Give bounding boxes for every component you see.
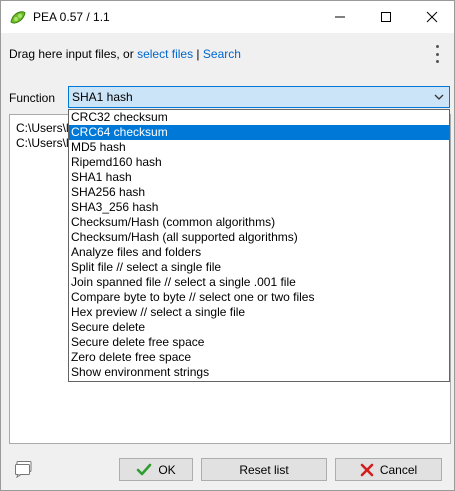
search-link[interactable]: Search bbox=[203, 47, 241, 61]
dropdown-option[interactable]: Split file // select a single file bbox=[69, 260, 449, 275]
pea-logo-icon bbox=[9, 9, 27, 27]
checkmark-icon bbox=[137, 463, 152, 475]
minimize-button[interactable] bbox=[317, 1, 362, 33]
dropdown-option[interactable]: MD5 hash bbox=[69, 140, 449, 155]
maximize-icon bbox=[380, 12, 391, 22]
minimize-icon bbox=[334, 16, 345, 18]
dropdown-option[interactable]: CRC32 checksum bbox=[69, 110, 449, 125]
list-item[interactable]: C:\Users\l bbox=[16, 136, 69, 150]
chevron-down-icon bbox=[434, 94, 444, 100]
input-toolbar: Drag here input files, or select files |… bbox=[1, 33, 454, 73]
dropdown-option[interactable]: Hex preview // select a single file bbox=[69, 305, 449, 320]
window-title: PEA 0.57 / 1.1 bbox=[33, 10, 110, 24]
dropdown-option[interactable]: Join spanned file // select a single .00… bbox=[69, 275, 449, 290]
cancel-label: Cancel bbox=[379, 462, 418, 477]
reset-list-label: Reset list bbox=[239, 462, 289, 477]
pea-window: PEA 0.57 / 1.1 Drag here input files, or… bbox=[0, 0, 455, 491]
list-item[interactable]: C:\Users\l bbox=[16, 121, 69, 135]
drag-text: Drag here input files, or bbox=[9, 47, 138, 61]
dropdown-option[interactable]: Checksum/Hash (common algorithms) bbox=[69, 215, 449, 230]
comment-icon[interactable] bbox=[14, 460, 34, 479]
dropdown-option[interactable]: SHA256 hash bbox=[69, 185, 449, 200]
dropdown-option[interactable]: SHA3_256 hash bbox=[69, 200, 449, 215]
dropdown-option[interactable]: Ripemd160 hash bbox=[69, 155, 449, 170]
maximize-button[interactable] bbox=[363, 1, 408, 33]
dropdown-option[interactable]: CRC64 checksum bbox=[69, 125, 449, 140]
dropdown-option[interactable]: Secure delete free space bbox=[69, 335, 449, 350]
ok-button[interactable]: OK bbox=[119, 458, 193, 481]
dropdown-option[interactable]: Zero delete free space bbox=[69, 350, 449, 365]
dropdown-option[interactable]: SHA1 hash bbox=[69, 170, 449, 185]
cancel-x-icon bbox=[360, 463, 374, 476]
dropdown-option[interactable]: Analyze files and folders bbox=[69, 245, 449, 260]
dropdown-option[interactable]: Compare byte to byte // select one or tw… bbox=[69, 290, 449, 305]
ok-label: OK bbox=[158, 462, 176, 477]
function-selected-value: SHA1 hash bbox=[72, 90, 133, 104]
title-bar[interactable]: PEA 0.57 / 1.1 bbox=[1, 1, 454, 33]
function-dropdown-list[interactable]: CRC32 checksum CRC64 checksum MD5 hash Ripe… bbox=[68, 109, 450, 382]
drag-instructions: Drag here input files, or select files |… bbox=[9, 47, 241, 61]
more-options-icon[interactable] bbox=[429, 43, 445, 65]
function-label: Function bbox=[9, 91, 56, 105]
dropdown-option[interactable]: Show environment strings bbox=[69, 365, 449, 380]
dropdown-option[interactable]: Secure delete bbox=[69, 320, 449, 335]
select-files-link[interactable]: select files bbox=[137, 47, 193, 61]
link-separator: | bbox=[193, 47, 203, 61]
function-select[interactable]: SHA1 hash bbox=[68, 86, 450, 108]
reset-list-button[interactable]: Reset list bbox=[201, 458, 327, 481]
dropdown-option[interactable]: Checksum/Hash (all supported algorithms) bbox=[69, 230, 449, 245]
close-button[interactable] bbox=[409, 1, 454, 33]
cancel-button[interactable]: Cancel bbox=[335, 458, 442, 481]
close-icon bbox=[426, 11, 437, 23]
